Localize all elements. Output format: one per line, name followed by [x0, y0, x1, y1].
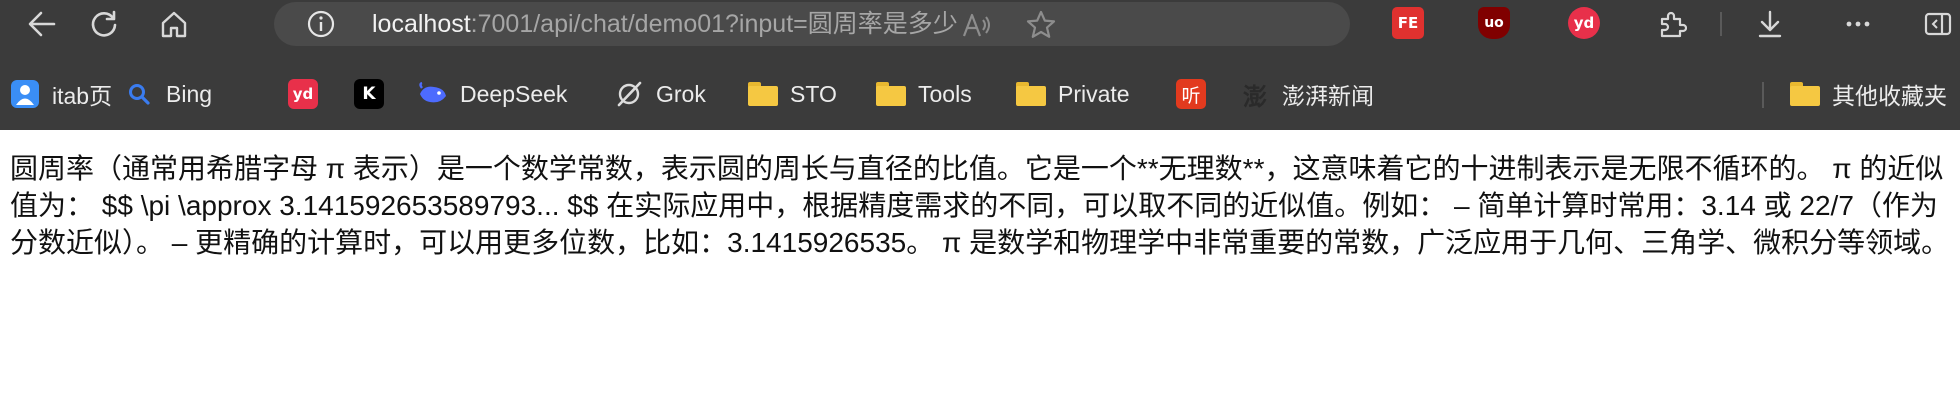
bookmarks-bar: itab页 Bing yd K DeepSeek Grok STO Tools …: [0, 72, 1960, 116]
download-icon: [1758, 10, 1782, 38]
extensions-button[interactable]: [1652, 4, 1692, 44]
downloads-button[interactable]: [1750, 4, 1790, 44]
home-icon: [161, 11, 187, 38]
bookmark-label: Private: [1058, 80, 1130, 107]
bookmark-folder-tools[interactable]: Tools: [876, 72, 972, 116]
address-url[interactable]: localhost:7001/api/chat/demo01?input=圆周率…: [372, 10, 958, 38]
bookmark-label: STO: [790, 80, 837, 107]
read-aloud-button[interactable]: [960, 8, 994, 42]
bookmark-folder-sto[interactable]: STO: [748, 72, 837, 116]
youdao-extension-icon[interactable]: yd: [1568, 7, 1600, 39]
bookmark-label: Tools: [918, 80, 972, 107]
bookmarks-divider: [1762, 82, 1764, 108]
bookmark-label: itab页: [52, 83, 113, 109]
reload-icon: [91, 10, 117, 37]
itab-icon: [10, 79, 40, 109]
bookmark-deepseek[interactable]: DeepSeek: [418, 72, 567, 116]
bookmark-youdao[interactable]: yd: [288, 72, 330, 116]
bookmark-label: 其他收藏夹: [1832, 83, 1947, 109]
thepaper-icon: 澎: [1243, 81, 1267, 111]
bookmark-bing[interactable]: Bing: [124, 72, 212, 116]
grok-icon: [614, 79, 644, 109]
toolbar-divider: [1720, 12, 1722, 36]
ublock-extension-icon[interactable]: uo: [1478, 7, 1510, 39]
puzzle-icon: [1660, 11, 1687, 38]
url-host: localhost: [372, 10, 471, 38]
folder-icon: [876, 79, 906, 109]
site-info-icon[interactable]: [306, 9, 336, 39]
folder-icon: [1790, 79, 1820, 109]
page-content: 圆周率（通常用希腊字母 π 表示）是一个数学常数，表示圆的周长与直径的比值。它是…: [0, 130, 1960, 404]
address-bar[interactable]: localhost:7001/api/chat/demo01?input=圆周率…: [274, 2, 1350, 46]
arrow-left-icon: [28, 11, 56, 37]
more-menu-button[interactable]: [1838, 4, 1878, 44]
bookmark-kimi[interactable]: K: [354, 72, 396, 116]
youdao-icon: yd: [288, 79, 318, 109]
bookmark-label: Grok: [656, 80, 706, 107]
sidebar-toggle-button[interactable]: [1918, 4, 1958, 44]
star-icon: [1026, 10, 1056, 38]
more-dots-icon: [1846, 21, 1870, 27]
fe-helper-extension-icon[interactable]: FE: [1392, 7, 1424, 39]
folder-icon: [748, 79, 778, 109]
folder-icon: [1016, 79, 1046, 109]
bookmark-other-favorites[interactable]: 其他收藏夹: [1790, 72, 1947, 116]
bookmark-label: Bing: [166, 80, 213, 107]
reload-button[interactable]: [84, 4, 124, 44]
favorite-button[interactable]: [1024, 8, 1058, 42]
ting-icon: 听: [1176, 79, 1206, 109]
url-path: :7001/api/chat/demo01?input=圆周率是多少: [470, 10, 958, 38]
bing-search-icon: [124, 79, 154, 109]
bookmark-itab[interactable]: itab页: [10, 72, 112, 116]
bookmark-label: 澎湃新闻: [1282, 83, 1374, 109]
sidebar-icon: [1924, 12, 1952, 36]
browser-chrome: localhost:7001/api/chat/demo01?input=圆周率…: [0, 0, 1960, 130]
browser-toolbar: localhost:7001/api/chat/demo01?input=圆周率…: [0, 0, 1960, 46]
read-aloud-icon: [962, 13, 990, 37]
bookmark-folder-private[interactable]: Private: [1016, 72, 1130, 116]
back-button[interactable]: [22, 4, 62, 44]
home-button[interactable]: [154, 4, 194, 44]
kimi-icon: K: [354, 79, 384, 109]
bookmark-grok[interactable]: Grok: [614, 72, 706, 116]
response-text: 圆周率（通常用希腊字母 π 表示）是一个数学常数，表示圆的周长与直径的比值。它是…: [10, 153, 1950, 258]
bookmark-thepaper[interactable]: 澎 澎湃新闻: [1240, 72, 1374, 116]
bookmark-ting[interactable]: 听: [1176, 72, 1218, 116]
bookmark-label: DeepSeek: [460, 80, 568, 107]
deepseek-icon: [418, 79, 448, 109]
